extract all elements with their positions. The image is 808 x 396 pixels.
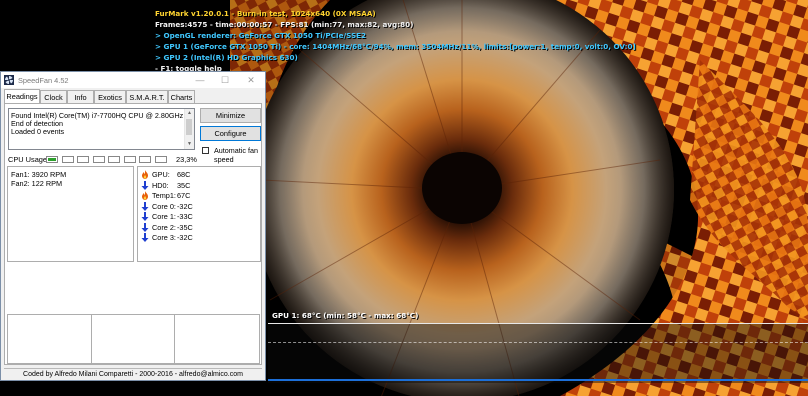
scroll-down-arrow-icon[interactable]: ▼: [185, 140, 194, 149]
speedfan-window: SpeedFan 4.52 — ☐ ✕ Readings Clock Info …: [0, 71, 266, 381]
osd-gpu2-line: > GPU 2 (Intel(R) HD Graphics 630): [155, 53, 298, 62]
scroll-up-arrow-icon[interactable]: ▲: [185, 109, 194, 118]
tab-exotics[interactable]: Exotics: [94, 90, 126, 103]
tab-strip: Readings Clock Info Exotics S.M.A.R.T. C…: [4, 89, 262, 104]
window-close-button[interactable]: ✕: [238, 72, 264, 88]
tab-clock[interactable]: Clock: [40, 90, 67, 103]
down-arrow-icon: [141, 201, 149, 211]
temperature-sensor-name: GPU:: [152, 170, 170, 179]
cpu-core-usage-bar: [154, 156, 167, 163]
temperature-sensor-name: Temp1:: [152, 191, 176, 200]
flame-icon: [142, 191, 148, 200]
cpu-core-usage-bar: [61, 156, 74, 163]
down-arrow-icon: [141, 233, 149, 242]
temperature-sensor-value: -32C: [177, 201, 193, 211]
gpu-graph-max-line: [268, 323, 808, 324]
gpu-temp-graph: [268, 323, 808, 383]
readings-panel: Found Intel(R) Core(TM) i7-7700HQ CPU @ …: [4, 103, 262, 365]
temperature-reading: Core 3: -32C: [141, 233, 251, 243]
tab-smart[interactable]: S.M.A.R.T.: [126, 90, 168, 103]
temperature-sensor-value: 68C: [177, 170, 191, 179]
temperature-sensor-name: Core 3:: [152, 233, 176, 242]
down-arrow-icon: [141, 222, 149, 232]
osd-frames-line: Frames:4575 - time:00:00:57 - FPS:81 (mi…: [155, 20, 414, 29]
down-arrow-icon: [141, 212, 149, 221]
automatic-fan-speed-checkbox[interactable]: [202, 147, 209, 154]
cpu-core-usage-bar: [46, 156, 58, 163]
flame-icon: [142, 170, 148, 179]
temperature-sensor-name: Core 1:: [152, 212, 176, 221]
cpu-core-usage-bar: [123, 156, 136, 163]
area-divider: [91, 315, 92, 363]
temperature-sensor-value: 67C: [177, 191, 191, 200]
window-title: SpeedFan 4.52: [18, 76, 69, 85]
tab-readings[interactable]: Readings: [4, 89, 40, 104]
area-divider: [174, 315, 175, 363]
title-bar[interactable]: SpeedFan 4.52 — ☐ ✕: [1, 72, 265, 88]
temperature-reading: Core 2: -35C: [141, 222, 251, 233]
tab-charts[interactable]: Charts: [168, 90, 195, 103]
cpu-core-usage-bar: [108, 156, 120, 163]
tab-info[interactable]: Info: [67, 90, 94, 103]
temperature-sensor-value: 35C: [177, 180, 191, 190]
minimize-button[interactable]: Minimize: [200, 108, 261, 123]
event-log[interactable]: Found Intel(R) Core(TM) i7-7700HQ CPU @ …: [8, 108, 195, 150]
temperature-reading: HD0: 35C: [141, 180, 251, 191]
cpu-core-usage-bar: [77, 156, 89, 163]
status-bar: Coded by Alfredo Milani Comparetti - 200…: [4, 368, 262, 380]
osd-title-line: FurMark v1.20.0.1 - Burn-in test, 1024x6…: [155, 9, 376, 18]
automatic-fan-speed-label[interactable]: Automatic fan speed: [214, 146, 264, 164]
window-minimize-button[interactable]: —: [187, 72, 213, 88]
temperature-readings-list: GPU: 68C HD0: 35C Temp1: 67C Core 0: -32C Core 1…: [137, 166, 261, 262]
temperature-reading: Temp1: 67C: [141, 191, 251, 201]
temperature-sensor-value: -32C: [177, 233, 193, 242]
log-scrollbar[interactable]: ▲ ▼: [184, 109, 194, 149]
bottom-readings-area: [7, 314, 260, 364]
furmark-osd-overlay: FurMark v1.20.0.1 - Burn-in test, 1024x6…: [155, 8, 636, 74]
temperature-reading: GPU: 68C: [141, 170, 251, 180]
cpu-usage-value: 23,3%: [176, 155, 197, 164]
osd-renderer-line: > OpenGL renderer: GeForce GTX 1050 Ti/P…: [155, 31, 367, 40]
window-maximize-button[interactable]: ☐: [212, 72, 238, 88]
temperature-sensor-value: -35C: [177, 222, 193, 232]
cpu-core-usage-bar: [92, 156, 105, 163]
scroll-thumb[interactable]: [186, 119, 192, 135]
fan-readings-list: Fan1: 3920 RPM Fan2: 122 RPM: [7, 166, 134, 262]
temperature-sensor-name: Core 0:: [152, 201, 176, 211]
temperature-reading: Core 0: -32C: [141, 201, 251, 212]
temperature-sensor-value: -33C: [177, 212, 193, 221]
cpu-core-usage-bar: [139, 156, 151, 163]
temperature-sensor-name: Core 2:: [152, 222, 176, 232]
down-arrow-icon: [141, 180, 149, 190]
cpu-core-usage-fill: [48, 158, 56, 161]
configure-button[interactable]: Configure: [200, 126, 261, 141]
osd-gpu1-line: > GPU 1 (GeForce GTX 1050 Ti) - core: 14…: [155, 42, 636, 51]
speedfan-app-icon: [4, 75, 14, 85]
gpu-graph-dashed-line: [268, 342, 808, 343]
temperature-reading: Core 1: -33C: [141, 212, 251, 222]
cpu-usage-label: CPU Usage: [8, 155, 48, 164]
temperature-sensor-name: HD0:: [152, 180, 169, 190]
fan-reading: Fan2: 122 RPM: [11, 179, 63, 188]
gpu-temp-graph-label: GPU 1: 68°C (min: 58°C - max: 68°C): [272, 311, 419, 320]
gpu-graph-baseline: [268, 379, 808, 381]
fan-reading: Fan1: 3920 RPM: [11, 170, 67, 179]
log-line: Loaded 0 events: [11, 127, 65, 136]
